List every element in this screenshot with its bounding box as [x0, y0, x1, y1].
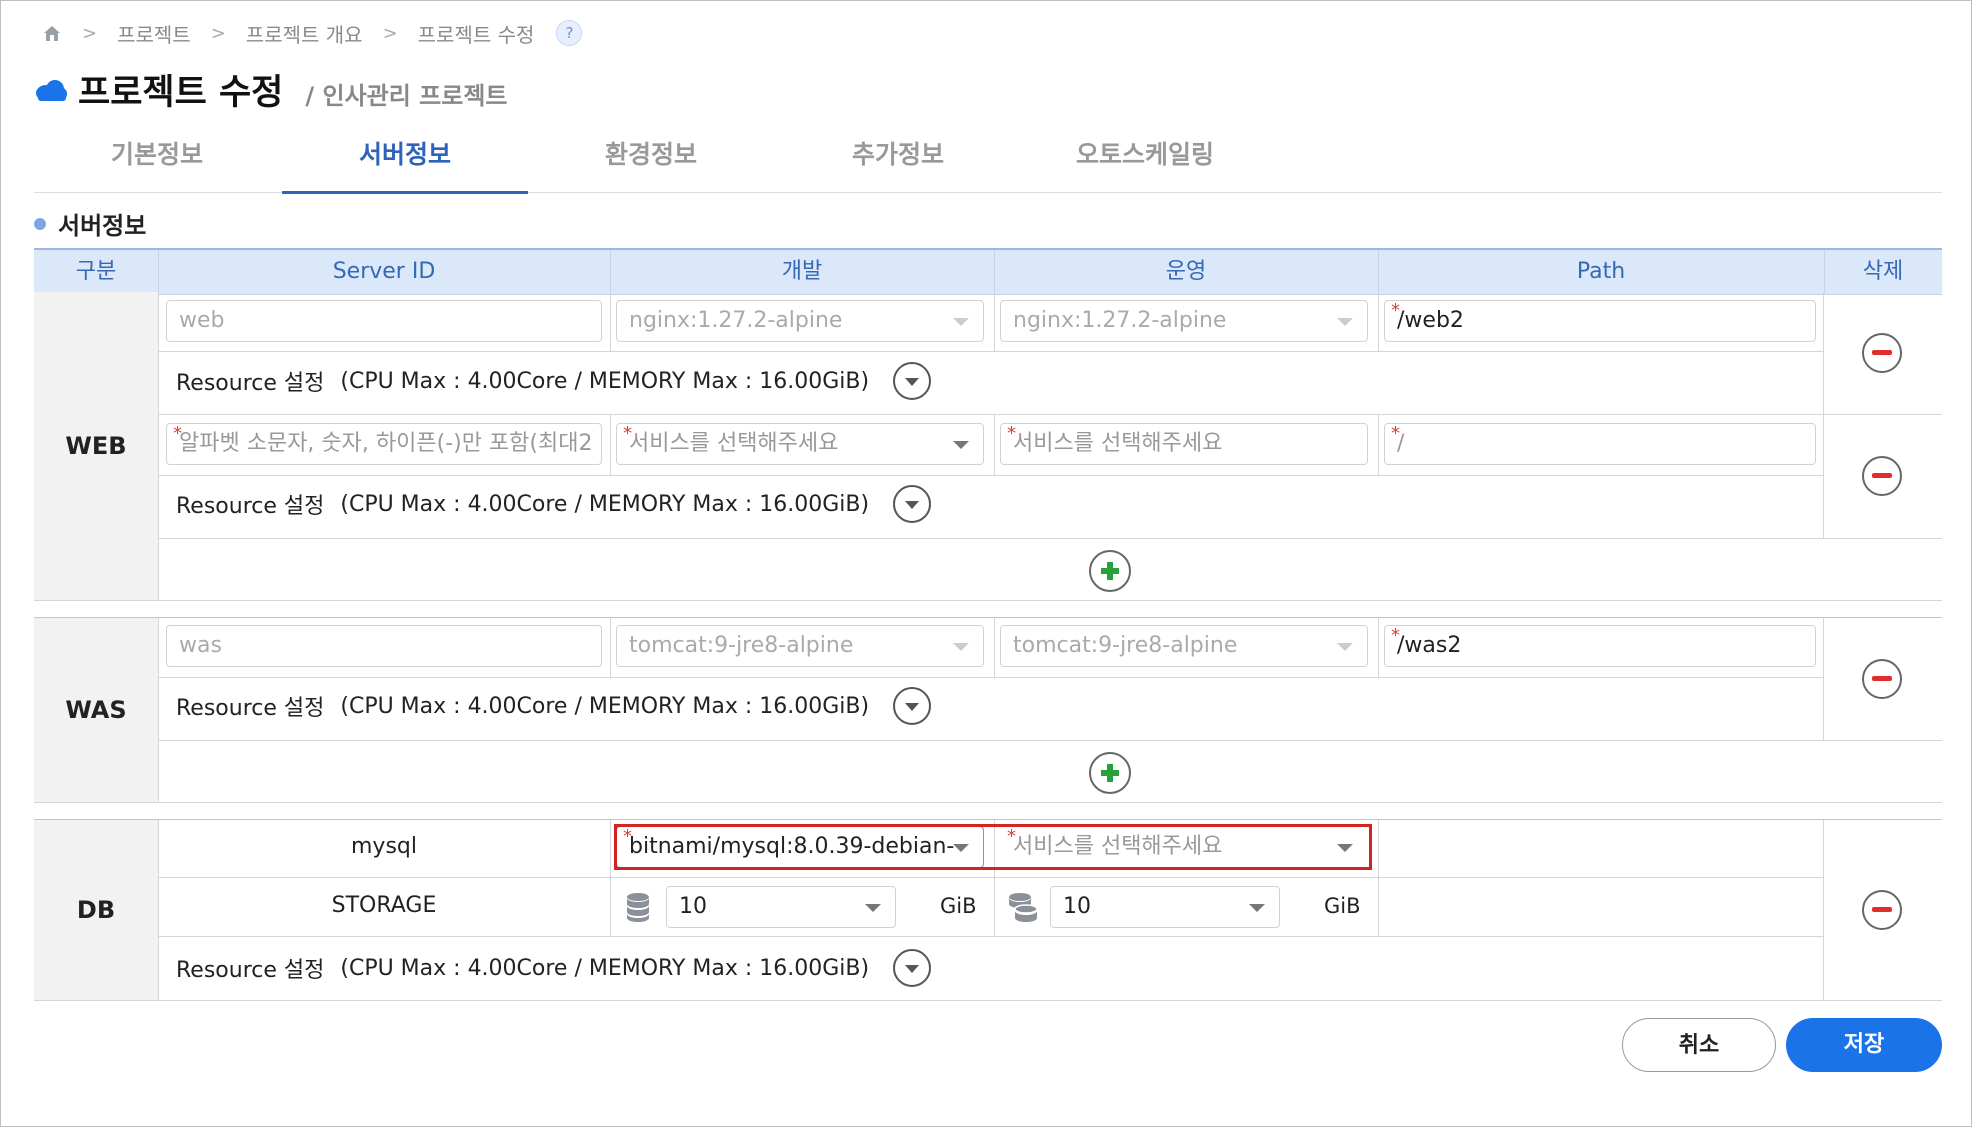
path-input[interactable]: */web2	[1384, 300, 1816, 342]
required-mark: *	[1391, 300, 1400, 321]
column-header: 삭제	[1862, 259, 1904, 284]
delete-row-button[interactable]	[1862, 456, 1902, 496]
resource-settings: Resource 설정 (CPU Max : 4.00Core / MEMORY…	[176, 362, 932, 400]
chevron-down-icon	[905, 703, 920, 711]
required-mark: *	[623, 423, 632, 444]
table-header: 구분 Server ID 개발 운영 Path 삭제	[34, 248, 1942, 295]
tab-extra-info[interactable]: 추가정보	[775, 130, 1021, 192]
server-id-input[interactable]: web	[166, 300, 602, 342]
expand-resource-button[interactable]	[893, 949, 932, 987]
database-stack-icon	[1009, 893, 1038, 922]
delete-row-button[interactable]	[1862, 890, 1902, 930]
resource-settings: Resource 설정 (CPU Max : 4.00Core / MEMORY…	[176, 485, 932, 523]
help-icon[interactable]: ?	[556, 20, 583, 46]
chevron-down-icon	[1249, 904, 1265, 912]
page-header: 프로젝트 수정 / 인사관리 프로젝트	[34, 64, 508, 115]
chevron-right-icon: >	[210, 22, 226, 44]
chevron-down-icon	[1337, 643, 1353, 651]
required-mark: *	[1391, 625, 1400, 646]
chevron-down-icon	[953, 643, 969, 651]
chevron-down-icon	[905, 965, 920, 973]
column-header: Path	[1576, 259, 1626, 284]
tab-autoscaling[interactable]: 오토스케일링	[1022, 130, 1268, 192]
server-id-input[interactable]: was	[166, 625, 602, 667]
group-label-web: WEB	[34, 292, 158, 600]
chevron-down-icon	[953, 318, 969, 326]
dev-storage-select[interactable]: 10	[666, 886, 896, 928]
tab-server-info[interactable]: 서버정보	[282, 130, 528, 194]
highlight-box	[614, 824, 1372, 870]
group-label-db: DB	[34, 820, 158, 1000]
required-mark: *	[173, 423, 182, 444]
db-server-id: mysql	[351, 834, 417, 859]
tab-env-info[interactable]: 환경정보	[528, 130, 774, 192]
chevron-right-icon: >	[82, 22, 98, 44]
chevron-down-icon	[953, 441, 969, 449]
section-title: 서버정보	[34, 206, 146, 241]
breadcrumb-item[interactable]: 프로젝트 개요	[246, 19, 363, 48]
resource-settings: Resource 설정 (CPU Max : 4.00Core / MEMORY…	[176, 687, 932, 725]
storage-unit: GiB	[1324, 894, 1361, 918]
column-header: 구분	[75, 259, 117, 284]
required-mark: *	[1007, 423, 1016, 444]
chevron-down-icon	[1337, 318, 1353, 326]
dev-image-select[interactable]: * 서비스를 선택해주세요	[616, 423, 984, 465]
chevron-down-icon	[905, 501, 920, 509]
group-label-was: WAS	[34, 618, 158, 802]
cancel-button[interactable]: 취소	[1622, 1018, 1776, 1072]
expand-resource-button[interactable]	[893, 687, 932, 725]
breadcrumb-item[interactable]: 프로젝트	[117, 19, 191, 48]
database-icon	[627, 893, 649, 922]
path-input[interactable]: * /	[1384, 423, 1816, 465]
dev-image-select[interactable]: tomcat:9-jre8-alpine	[616, 625, 984, 667]
server-id-input[interactable]: * 알파벳 소문자, 숫자, 하이픈(-)만 포함(최대2	[166, 423, 602, 465]
expand-resource-button[interactable]	[893, 485, 932, 523]
breadcrumb-item: 프로젝트 수정	[417, 22, 535, 47]
storage-unit: GiB	[940, 894, 977, 918]
path-input[interactable]: */was2	[1384, 625, 1816, 667]
cloud-icon	[36, 79, 67, 101]
column-header: 운영	[1165, 259, 1207, 284]
add-was-server-button[interactable]	[1089, 752, 1131, 794]
required-mark: *	[1391, 423, 1400, 444]
breadcrumb: > 프로젝트 > 프로젝트 개요 > 프로젝트 수정 ?	[42, 19, 583, 48]
prod-storage-select[interactable]: 10	[1050, 886, 1280, 928]
add-web-server-button[interactable]	[1089, 550, 1131, 592]
delete-row-button[interactable]	[1862, 333, 1902, 373]
page-title: 프로젝트 수정	[78, 73, 284, 113]
save-button[interactable]: 저장	[1786, 1018, 1942, 1072]
dev-image-select[interactable]: nginx:1.27.2-alpine	[616, 300, 984, 342]
prod-image-select[interactable]: nginx:1.27.2-alpine	[1000, 300, 1368, 342]
chevron-down-icon	[865, 904, 881, 912]
delete-row-button[interactable]	[1862, 659, 1902, 699]
chevron-right-icon: >	[382, 22, 398, 44]
tab-bar: 기본정보 서버정보 환경정보 추가정보 오토스케일링	[34, 130, 1942, 194]
bullet-icon	[34, 217, 46, 230]
chevron-down-icon	[905, 378, 920, 386]
column-header: 개발	[781, 259, 823, 284]
prod-image-select[interactable]: tomcat:9-jre8-alpine	[1000, 625, 1368, 667]
page-subtitle: / 인사관리 프로젝트	[305, 82, 508, 110]
home-icon[interactable]	[42, 23, 62, 43]
prod-image-select[interactable]: * 서비스를 선택해주세요	[1000, 423, 1368, 465]
column-header: Server ID	[332, 259, 436, 284]
expand-resource-button[interactable]	[893, 362, 932, 400]
tab-basic-info[interactable]: 기본정보	[34, 130, 280, 192]
storage-label: STORAGE	[331, 893, 437, 918]
resource-settings: Resource 설정 (CPU Max : 4.00Core / MEMORY…	[176, 949, 932, 987]
